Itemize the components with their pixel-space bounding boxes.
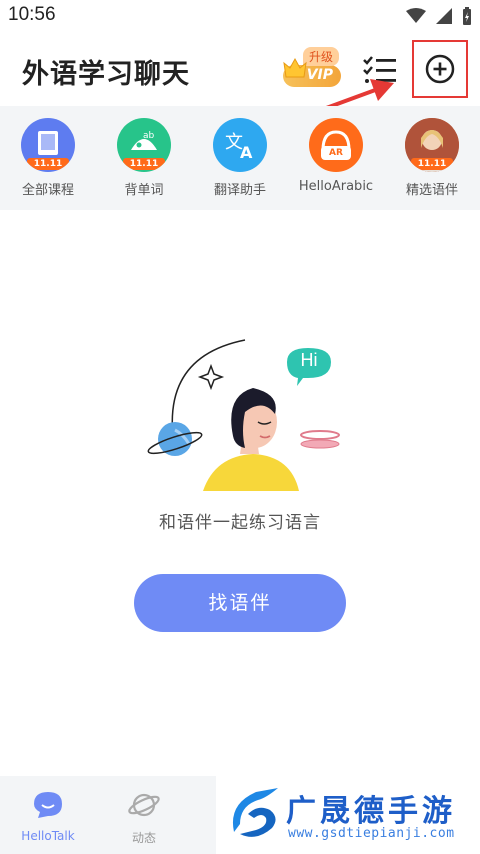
shortcut-label: HelloArabic (298, 179, 374, 194)
watermark-url: www.gsdtiepianji.com (288, 826, 455, 841)
shortcut-all-courses[interactable]: 11.11 全部课程 (5, 118, 91, 198)
svg-text:ab: ab (143, 131, 155, 141)
add-button[interactable] (412, 40, 468, 98)
watermark-logo (232, 788, 278, 837)
signal-icon (436, 8, 452, 24)
crown-icon (283, 57, 307, 78)
empty-state-illustration (147, 339, 340, 491)
sale-tag: 11.11 (27, 158, 69, 170)
status-bar: 10:56 (0, 0, 480, 32)
tab-hellotalk[interactable]: HelloTalk (8, 790, 88, 843)
shortcut-label: 翻译助手 (213, 183, 266, 198)
shortcut-translate[interactable]: 文A 翻译助手 (197, 118, 283, 198)
shortcut-label: 全部课程 (21, 183, 74, 198)
watermark: 广晟德手游 www.gsdtiepianji.com (216, 776, 480, 854)
empty-state-message: 和语伴一起练习语言 (159, 513, 321, 533)
app-header: 外语学习聊天 VIP 升级 (0, 32, 480, 127)
system-icons (406, 7, 472, 25)
watermark-title: 广晟德手游 (286, 794, 456, 829)
screen: 10:56 外语学习聊天 VIP 升级 11.11 全部课程 ab 11.11 … (0, 0, 480, 854)
word-icon: ab 11.11 (117, 118, 171, 172)
shortcut-bar: 11.11 全部课程 ab 11.11 背单词 文A 翻译助手 AR Hello… (0, 106, 480, 210)
wifi-icon (406, 8, 426, 23)
headphones-icon: AR (309, 118, 363, 172)
book-icon: 11.11 (21, 118, 75, 172)
speech-bubble-text: Hi (300, 350, 318, 370)
status-time: 10:56 (8, 4, 56, 25)
headphones-text: AR (329, 148, 343, 158)
svg-text:A: A (240, 143, 253, 162)
find-partner-button[interactable]: 找语伴 (134, 574, 346, 632)
tab-label: HelloTalk (21, 829, 75, 843)
partner-avatar-icon: 11.11 (405, 118, 459, 172)
chat-bubble-icon (34, 792, 62, 818)
planet-icon (128, 793, 160, 817)
vip-upgrade-label: 升级 (303, 47, 340, 66)
plus-circle-icon (425, 54, 455, 84)
tab-label: 动态 (131, 831, 156, 845)
translate-icon: 文A (213, 118, 267, 172)
battery-icon (463, 7, 471, 25)
shortcut-featured-partners[interactable]: 11.11 精选语伴 (389, 118, 475, 198)
shortcut-helloarabic[interactable]: AR HelloArabic (293, 118, 379, 194)
shortcut-vocabulary[interactable]: ab 11.11 背单词 (101, 118, 187, 198)
sale-tag: 11.11 (411, 158, 453, 170)
shortcut-label: 精选语伴 (405, 183, 458, 198)
page-title: 外语学习聊天 (22, 59, 190, 90)
shortcut-label: 背单词 (124, 183, 164, 198)
tab-moments[interactable]: 动态 (104, 790, 184, 846)
sale-tag: 11.11 (123, 158, 165, 170)
